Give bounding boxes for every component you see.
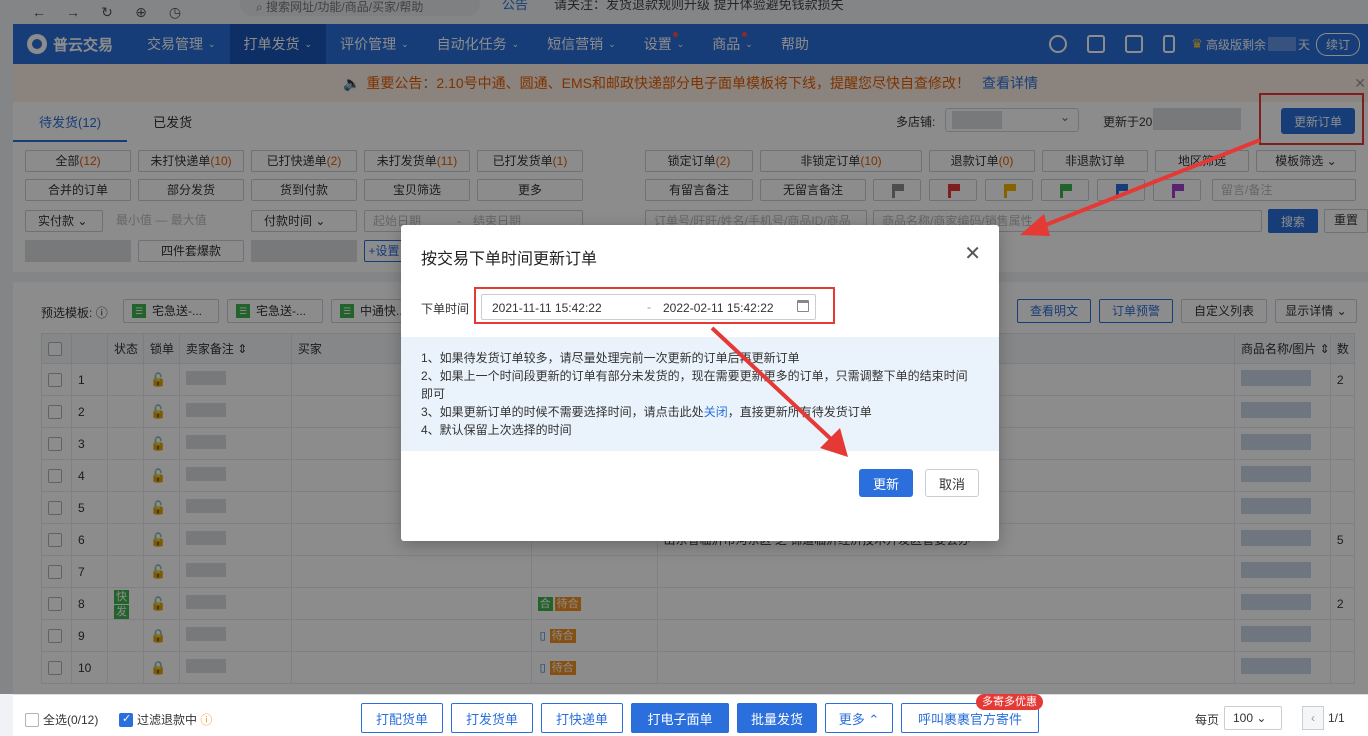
tip-line: 即可 — [421, 387, 446, 401]
end-time-value[interactable]: 2022-02-11 15:42:22 — [663, 301, 774, 315]
print-express-button[interactable]: 打快递单 — [541, 703, 623, 733]
cancel-button[interactable]: 取消 — [925, 469, 979, 497]
info-icon: ⓘ — [200, 713, 213, 727]
tip-line: 2、如果上一个时间段更新的订单有部分未发货的，现在需要更新更多的订单，只需调整下… — [421, 369, 968, 383]
print-e-waybill-button[interactable]: 打电子面单 — [631, 703, 729, 733]
order-time-range-input[interactable]: 2021-11-11 15:42:22 - 2022-02-11 15:42:2… — [481, 294, 816, 320]
range-separator: - — [647, 300, 651, 314]
tip-text: 3、如果更新订单的时候不需要选择时间，请点击此处 — [421, 405, 704, 419]
promo-badge: 多寄多优惠 — [976, 694, 1043, 710]
confirm-update-button[interactable]: 更新 — [859, 469, 913, 497]
tip-line: 3、如果更新订单的时候不需要选择时间，请点击此处关闭，直接更新所有待发货订单 — [421, 403, 999, 421]
print-ship-list-button[interactable]: 打发货单 — [451, 703, 533, 733]
tip-line: 4、默认保留上次选择的时间 — [421, 423, 572, 437]
page-indicator: 1/1 — [1328, 711, 1345, 725]
update-orders-dialog: 按交易下单时间更新订单 ✕ 下单时间 2021-11-11 15:42:22 -… — [401, 225, 999, 541]
calendar-icon[interactable] — [797, 300, 809, 312]
batch-ship-button[interactable]: 批量发货 — [737, 703, 817, 733]
checkbox-checked[interactable] — [119, 712, 133, 727]
close-time-link[interactable]: 关闭 — [704, 405, 728, 419]
select-all-checkbox[interactable]: 全选(0/12) — [25, 711, 98, 728]
print-picking-button[interactable]: 打配货单 — [361, 703, 443, 733]
dialog-tips: 1、如果待发货订单较多，请尽量处理完前一次更新的订单后再更新订单 2、如果上一个… — [401, 337, 999, 451]
select-all-label: 全选(0/12) — [43, 713, 99, 727]
filter-refund-label: 过滤退款中 — [137, 713, 198, 727]
checkbox[interactable] — [25, 712, 39, 727]
per-page-label: 每页 — [1195, 713, 1220, 727]
tip-text: ，直接更新所有待发货订单 — [727, 405, 872, 419]
tip-line: 1、如果待发货订单较多，请尽量处理完前一次更新的订单后再更新订单 — [421, 351, 800, 365]
start-time-value[interactable]: 2021-11-11 15:42:22 — [492, 301, 602, 315]
order-time-label: 下单时间 — [421, 302, 470, 316]
dialog-title: 按交易下单时间更新订单 — [421, 251, 598, 268]
close-icon[interactable]: ✕ — [964, 241, 981, 266]
filter-refund-checkbox[interactable]: 过滤退款中 ⓘ — [119, 711, 212, 728]
more-actions-button[interactable]: 更多 ⌃ — [825, 703, 893, 733]
prev-page-button[interactable]: ‹ — [1302, 706, 1324, 730]
per-page-select[interactable]: 100 ⌄ — [1224, 706, 1282, 730]
